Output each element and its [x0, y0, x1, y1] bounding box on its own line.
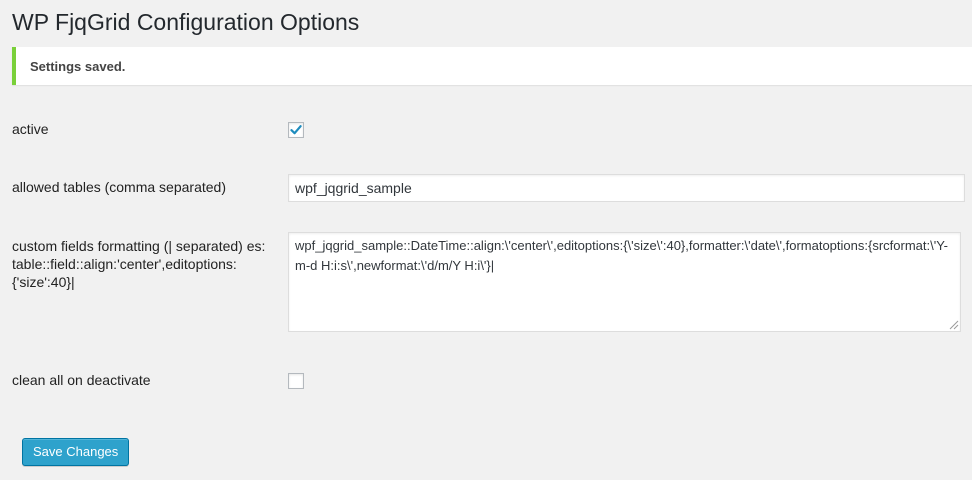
- custom-fields-value: wpf_jqgrid_sample::DateTime::align:\'cen…: [295, 238, 949, 273]
- custom-fields-label: custom fields formatting (| separated) e…: [12, 238, 266, 290]
- custom-fields-textarea[interactable]: wpf_jqgrid_sample::DateTime::align:\'cen…: [288, 232, 961, 332]
- clean-deactivate-label: clean all on deactivate: [12, 372, 151, 388]
- settings-saved-notice: Settings saved.: [12, 47, 972, 85]
- notice-text: Settings saved.: [30, 59, 126, 74]
- page-title: WP FjqGrid Configuration Options: [12, 9, 360, 35]
- clean-deactivate-checkbox[interactable]: [288, 373, 304, 389]
- allowed-tables-label: allowed tables (comma separated): [12, 179, 226, 195]
- resize-handle-icon[interactable]: [949, 320, 959, 330]
- allowed-tables-input[interactable]: wpf_jqgrid_sample: [288, 174, 965, 202]
- checkmark-icon: [290, 125, 302, 135]
- active-checkbox[interactable]: [288, 122, 304, 138]
- save-changes-button[interactable]: Save Changes: [22, 438, 130, 466]
- active-label: active: [12, 121, 49, 137]
